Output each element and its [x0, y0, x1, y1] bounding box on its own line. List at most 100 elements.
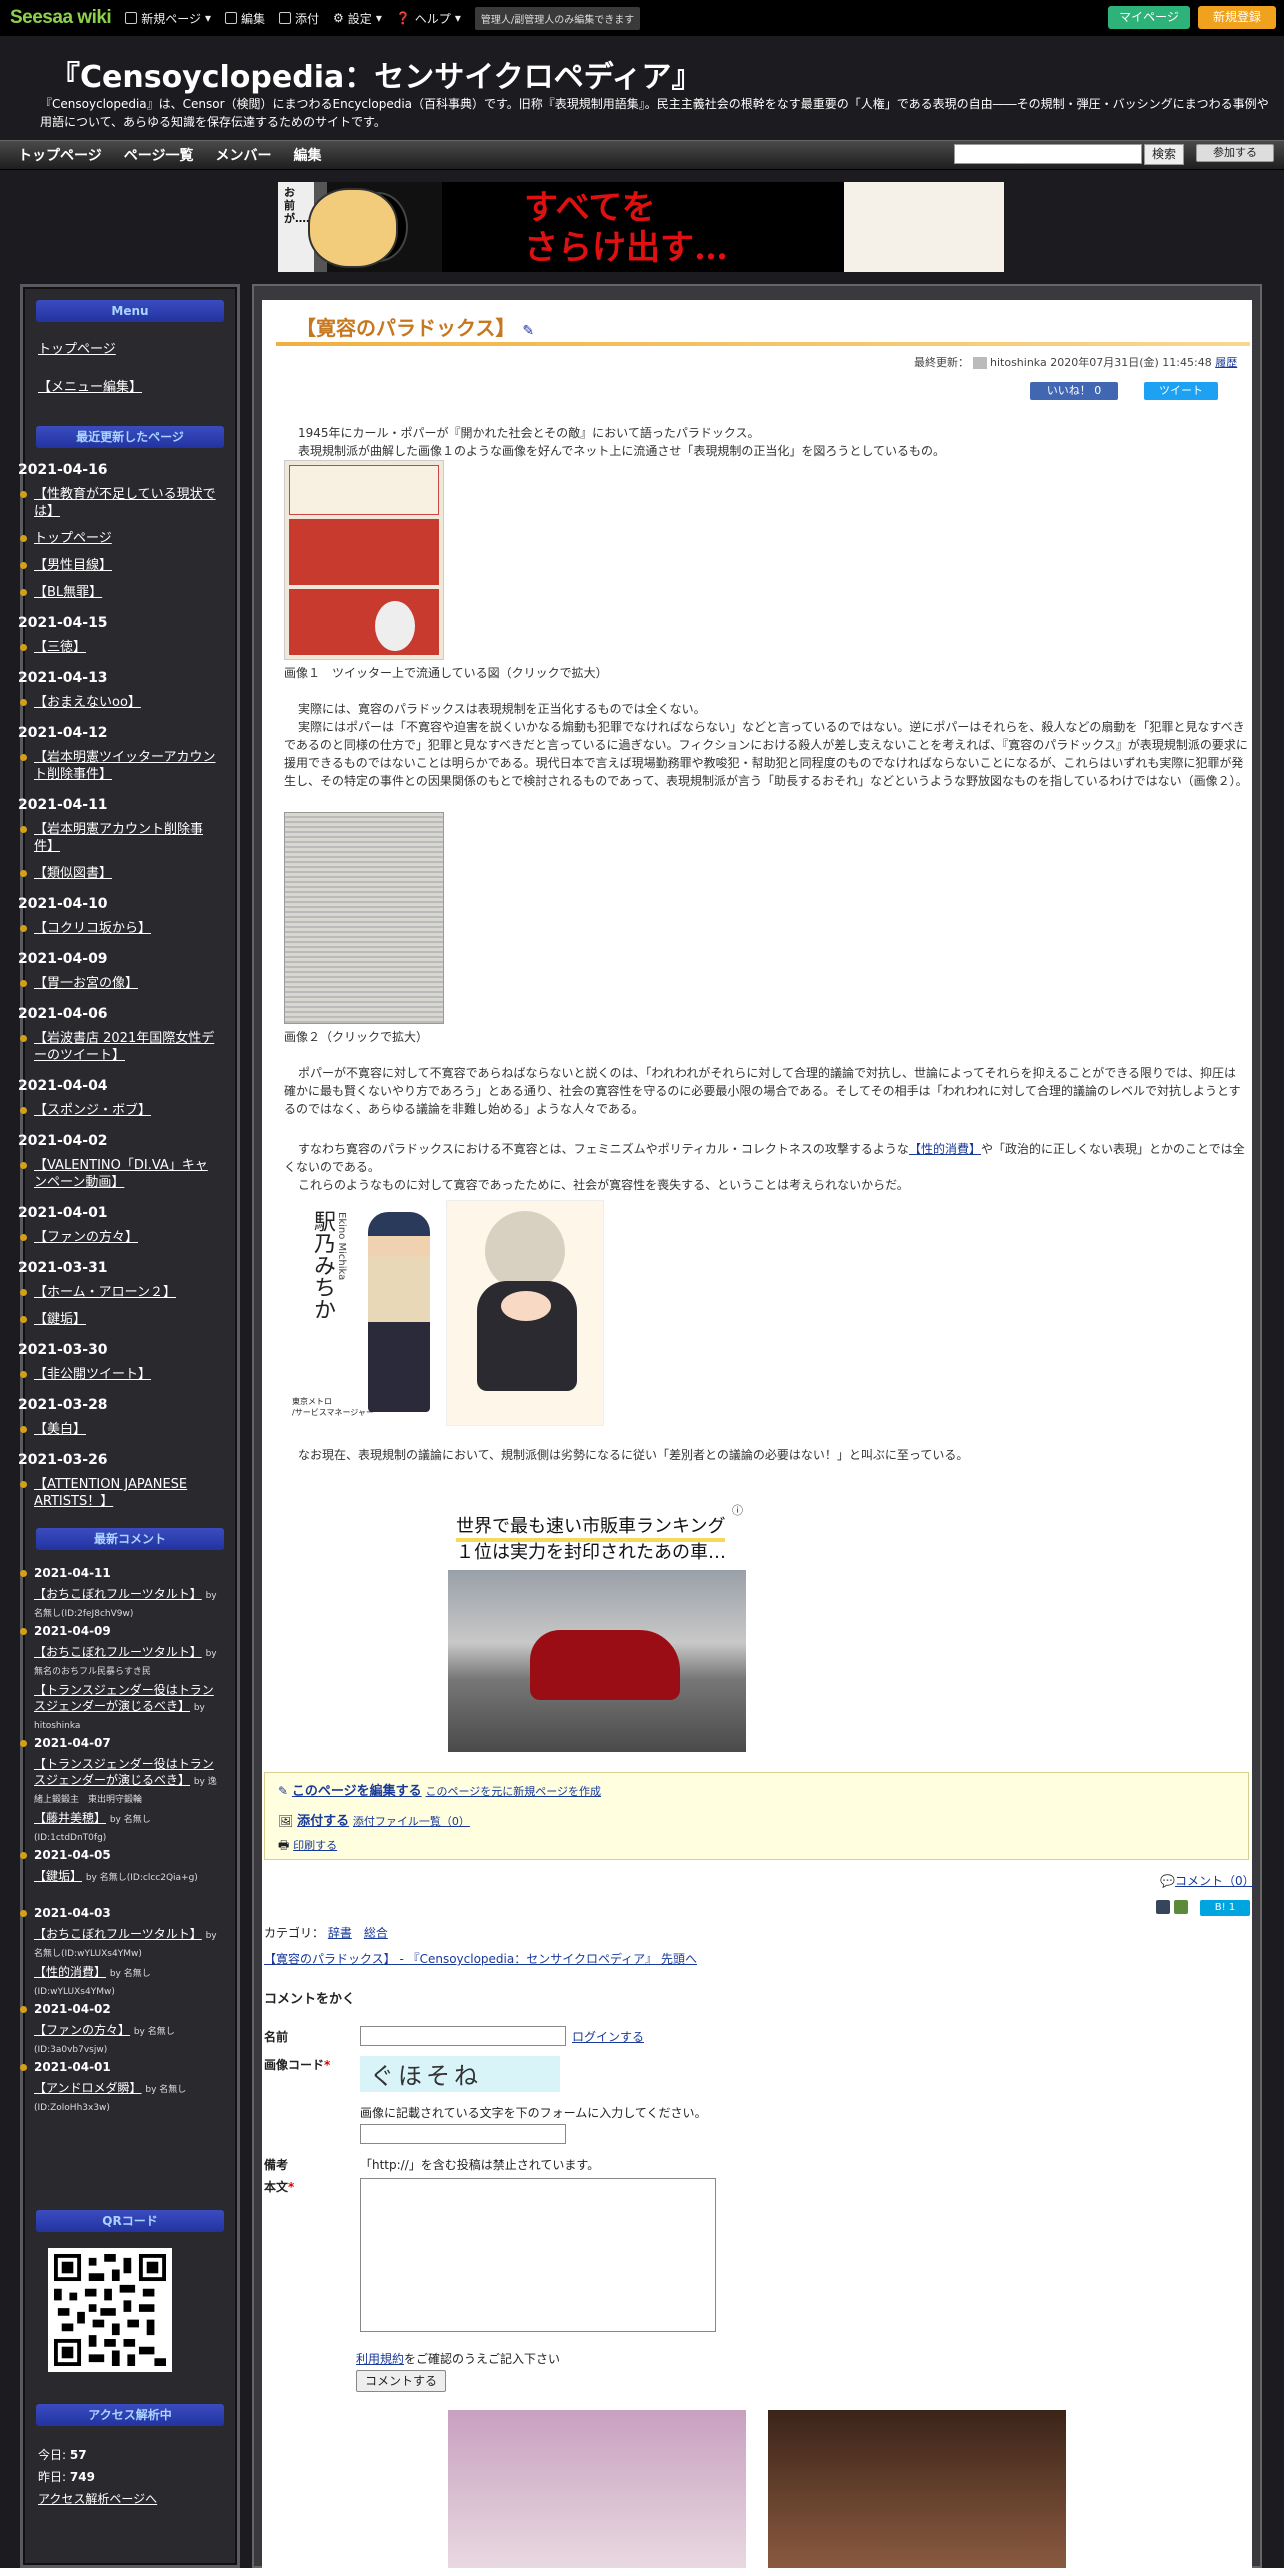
recent-page-link[interactable]: 【類似図書】: [20, 865, 220, 882]
comment-page-link[interactable]: 【ファンの方々】: [34, 2023, 130, 2037]
comment-entry: 【トランスジェンダー役はトランスジェンダーが演じるべき】 by hitoshin…: [34, 1682, 220, 1734]
paragraph-intro-1: 1945年にカール・ポパーが『開かれた社会とその敵』において語ったパラドックス。: [298, 426, 760, 440]
recent-date: 2021-04-15: [18, 615, 108, 631]
today-count: 今日: 57: [38, 2448, 87, 2462]
submit-comment-button[interactable]: コメントする: [356, 2370, 446, 2392]
nav-edit[interactable]: 編集: [293, 145, 321, 165]
figure-3-image[interactable]: 駅乃みちか Ekino Michika 東京メトロ /サービスマネージャー: [284, 1200, 444, 1426]
menu-attach[interactable]: 添付: [279, 10, 319, 27]
recent-page-link[interactable]: 【美白】: [20, 1421, 220, 1438]
ad-info-icon[interactable]: ⓘ: [732, 1502, 743, 1518]
comment-page-link[interactable]: 【トランスジェンダー役はトランスジェンダーが演じるべき】: [34, 1683, 214, 1713]
recent-page-link[interactable]: 【VALENTINO「DI.VA」キャンペーン動画】: [20, 1157, 220, 1191]
figure-1-image[interactable]: [284, 460, 444, 660]
search-button[interactable]: 検索: [1144, 144, 1184, 165]
comment-page-link[interactable]: 【おちこぼれフルーツタルト】: [34, 1587, 202, 1601]
comment-page-link[interactable]: 【鍵垢】: [34, 1869, 82, 1883]
recent-page-link[interactable]: 【岩本明憲ツイッターアカウント削除事件】: [20, 749, 220, 783]
printer-icon: 🖶: [278, 1838, 290, 1852]
image-icon: [279, 12, 292, 24]
captcha-input[interactable]: [360, 2124, 566, 2144]
attach-link[interactable]: 添付する: [297, 1814, 349, 1829]
sidebar-link-menu-edit[interactable]: 【メニュー編集】: [38, 376, 142, 395]
recent-page-link[interactable]: 【コクリコ坂から】: [20, 920, 220, 937]
recent-page-link[interactable]: 【非公開ツイート】: [20, 1366, 220, 1383]
search-input[interactable]: [954, 144, 1142, 164]
ad-banner[interactable]: お前が…… すべてをさらけ出す…: [278, 182, 1004, 272]
pencil-icon[interactable]: ✎: [522, 323, 534, 339]
recent-page-link[interactable]: 【ホーム・アローン２】: [20, 1284, 220, 1301]
comment-page-link[interactable]: 【藤井美穂】: [34, 1811, 106, 1825]
sidebar-link-top[interactable]: トップページ: [38, 338, 116, 357]
tumblr-icon[interactable]: [1156, 1900, 1170, 1914]
title-underline: [276, 342, 1250, 346]
menu-edit[interactable]: 編集: [225, 10, 265, 27]
qr-heading: QRコード: [36, 2210, 224, 2232]
figure-3-vertical-name: 駅乃みちか: [310, 1210, 335, 1320]
evernote-icon[interactable]: [1174, 1900, 1188, 1914]
comment-count-link[interactable]: 💬コメント（0）: [1160, 1872, 1255, 1889]
comment-date: 2021-04-02: [20, 2002, 111, 2016]
speech-bubble-icon: 💬: [1160, 1874, 1175, 1888]
name-input[interactable]: [360, 2026, 566, 2046]
recent-page-link[interactable]: 【男性目線】: [20, 557, 220, 574]
caret-down-icon: ▾: [375, 11, 382, 25]
comment-page-link[interactable]: 【おちこぼれフルーツタルト】: [34, 1645, 202, 1659]
print-link[interactable]: 印刷する: [293, 1839, 337, 1852]
ad-subtitle[interactable]: １位は実力を封印されたあの車…: [456, 1538, 726, 1564]
recent-date: 2021-03-31: [18, 1260, 108, 1276]
nav-top-page[interactable]: トップページ: [18, 145, 102, 165]
nav-page-list[interactable]: ページ一覧: [124, 145, 194, 165]
recent-page-link[interactable]: 【ファンの方々】: [20, 1229, 220, 1246]
recent-page-link[interactable]: 【性教育が不足している現状では】: [20, 486, 220, 520]
access-analysis-link[interactable]: アクセス解析ページへ: [38, 2490, 157, 2507]
nav-members[interactable]: メンバー: [215, 145, 271, 165]
site-title[interactable]: 『Censoyclopedia：センサイクロペディア』: [50, 52, 702, 96]
edit-page-link[interactable]: このページを編集する: [292, 1784, 422, 1799]
recent-page-link[interactable]: トップページ: [20, 530, 220, 547]
comment-body-textarea[interactable]: [360, 2178, 716, 2332]
category-general[interactable]: 総合: [364, 1926, 388, 1940]
recent-page-link[interactable]: 【岩本明憲アカウント削除事件】: [20, 821, 220, 855]
tweet-button[interactable]: ツイート: [1144, 382, 1218, 400]
recent-page-link[interactable]: 【スポンジ・ボブ】: [20, 1102, 220, 1119]
recent-date: 2021-04-02: [18, 1133, 108, 1149]
mypage-button[interactable]: マイページ: [1108, 6, 1190, 29]
comment-page-link[interactable]: 【おちこぼれフルーツタルト】: [34, 1927, 202, 1941]
ad-image-game[interactable]: [448, 2410, 746, 2568]
figure-4-image[interactable]: [446, 1200, 604, 1426]
recent-date: 2021-04-11: [18, 797, 108, 813]
sexual-consumption-link[interactable]: 【性的消費】: [909, 1142, 981, 1156]
new-page-from-this-link[interactable]: このページを元に新規ページを作成: [425, 1785, 601, 1798]
recent-page-link[interactable]: 【ATTENTION JAPANESE ARTISTS！】: [20, 1476, 220, 1510]
breadcrumb-back-to-top[interactable]: 【寛容のパラドックス】 - 『Censoyclopedia：センサイクロペディア…: [264, 1950, 697, 1967]
comment-page-link[interactable]: 【トランスジェンダー役はトランスジェンダーが演じるべき】: [34, 1757, 214, 1787]
history-link[interactable]: 履歴: [1215, 356, 1237, 369]
recent-page-link[interactable]: 【胃一お宮の像】: [20, 975, 220, 992]
menu-new-page[interactable]: 新規ページ ▾: [125, 10, 211, 27]
seesaa-wiki-logo[interactable]: Seesaa wiki: [10, 7, 112, 29]
facebook-like-button[interactable]: いいね！ 0: [1030, 382, 1118, 400]
category-dictionary[interactable]: 辞書: [328, 1926, 352, 1940]
last-updated: 最終更新： hitoshinka 2020年07月31日(金) 11:45:48…: [914, 356, 1238, 369]
comment-page-link[interactable]: 【性的消費】: [34, 1965, 106, 1979]
recent-date: 2021-04-01: [18, 1205, 108, 1221]
menu-settings[interactable]: ⚙ 設定 ▾: [333, 10, 382, 27]
login-link[interactable]: ログインする: [572, 2028, 644, 2045]
paragraph-4a: すなわち寛容のパラドックスにおける不寛容とは、フェミニズムやポリティカル・コレク…: [284, 1142, 1245, 1174]
recent-date: 2021-03-30: [18, 1342, 108, 1358]
terms-link[interactable]: 利用規約: [356, 2352, 404, 2366]
figure-2-image[interactable]: [284, 812, 444, 1024]
ad-image-skin[interactable]: [768, 2410, 1066, 2568]
recent-page-link[interactable]: 【岩波書店 2021年国際女性デーのツイート】: [20, 1030, 220, 1064]
recent-page-link[interactable]: 【BL無罪】: [20, 584, 220, 601]
comment-page-link[interactable]: 【アンドロメダ瞬】: [34, 2081, 142, 2095]
register-button[interactable]: 新規登録: [1198, 6, 1276, 29]
attachment-list-link[interactable]: 添付ファイル一覧（0）: [353, 1815, 470, 1828]
recent-page-link[interactable]: 【おまえないoo】: [20, 694, 220, 711]
join-button[interactable]: 参加する: [1196, 144, 1274, 162]
menu-help[interactable]: ❓ ヘルプ ▾: [396, 10, 461, 27]
recent-page-link[interactable]: 【三徳】: [20, 639, 220, 656]
recent-page-link[interactable]: 【鍵垢】: [20, 1311, 220, 1328]
hatena-bookmark-button[interactable]: B! 1: [1200, 1900, 1250, 1916]
